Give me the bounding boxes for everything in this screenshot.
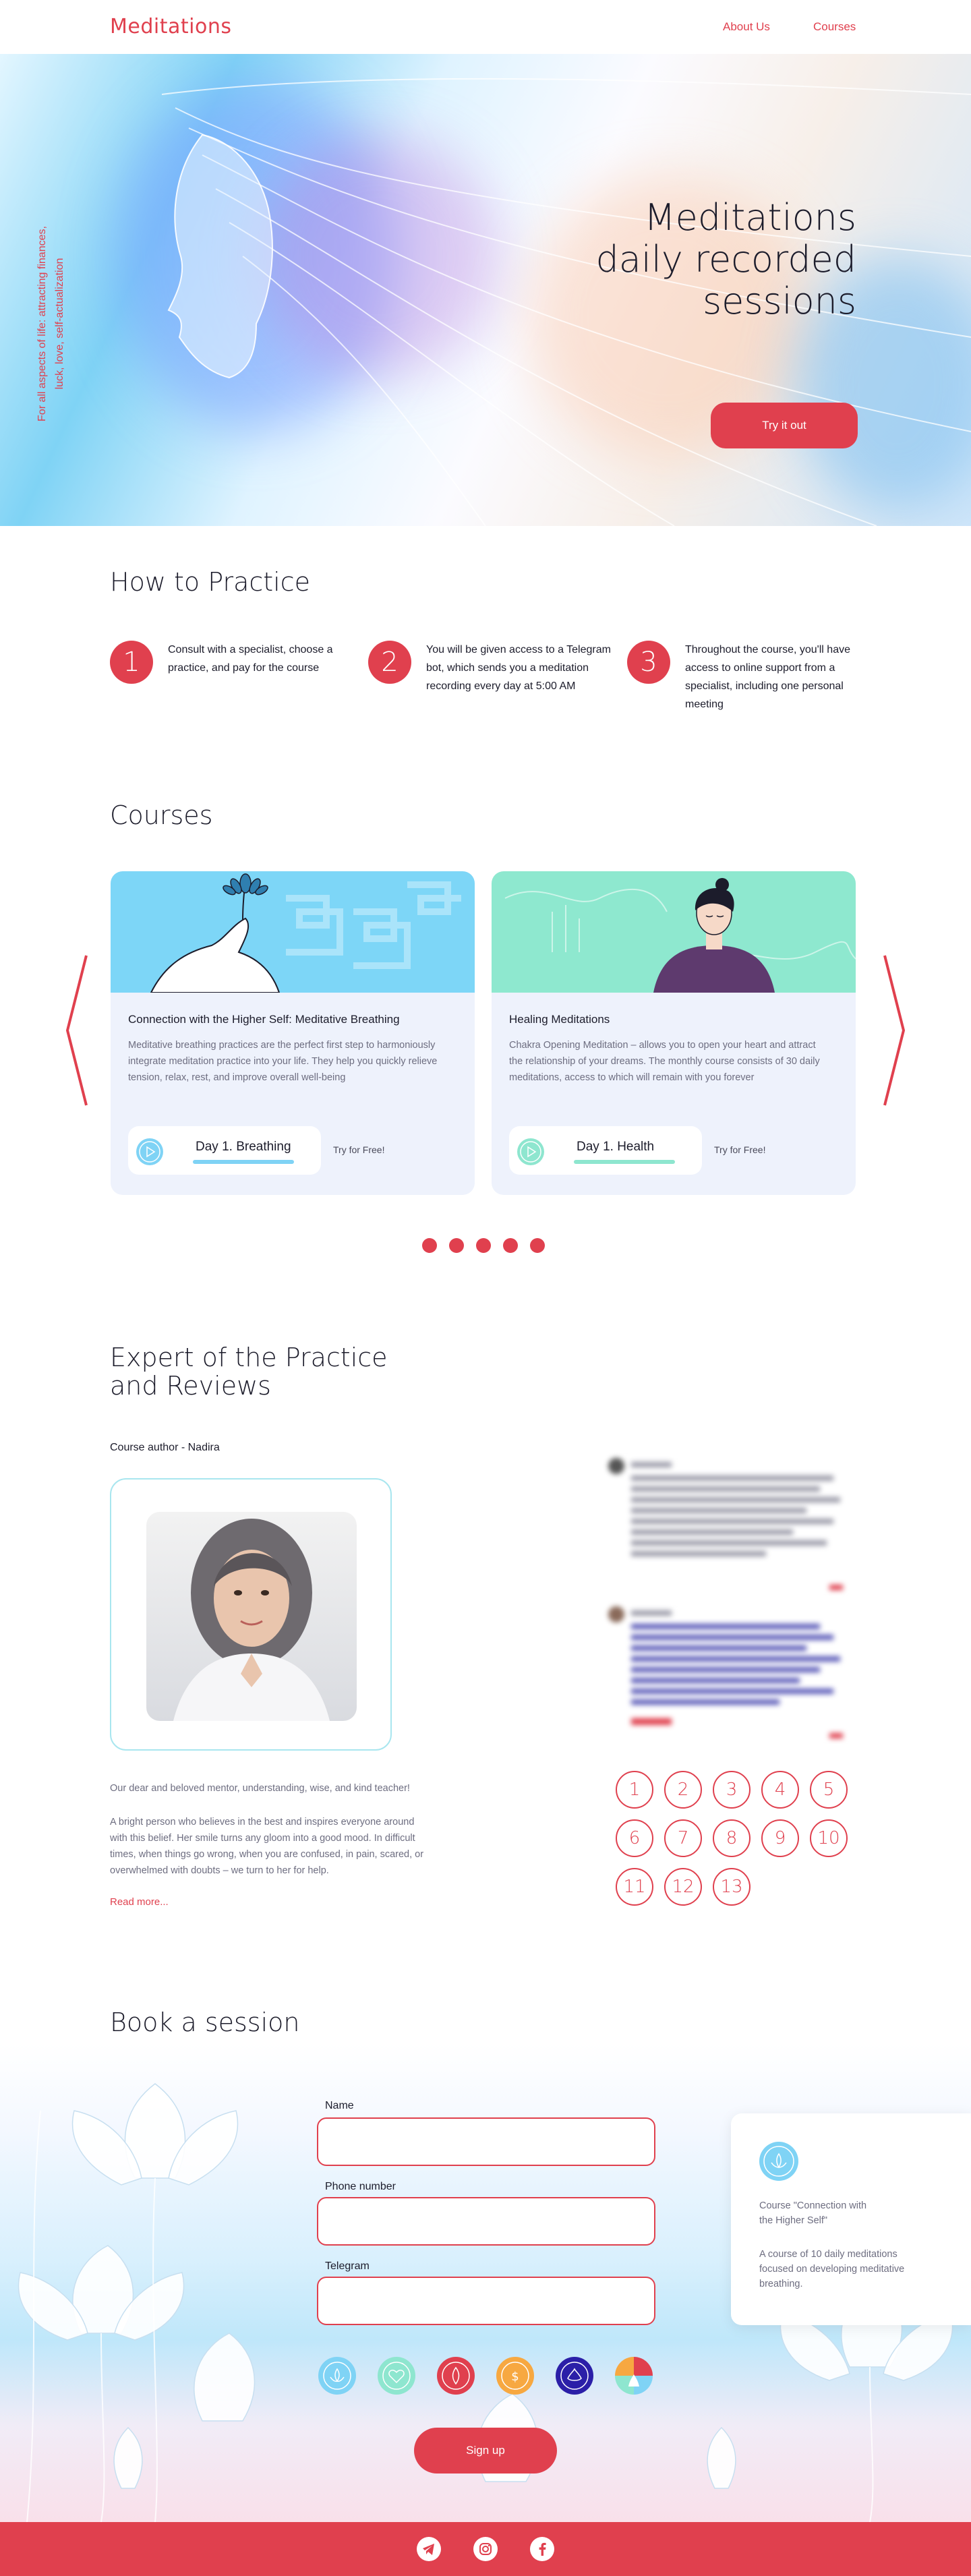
course-card-2[interactable]: Healing Meditations Chakra Opening Medit…: [492, 871, 856, 1195]
expert-photo-frame: [110, 1478, 392, 1751]
step-number: 3: [627, 641, 670, 684]
site-footer: [0, 2522, 971, 2576]
name-field[interactable]: [317, 2117, 655, 2166]
selected-course-title: Course "Connection with the Higher Self": [759, 2200, 867, 2226]
expert-photo: [146, 1512, 357, 1721]
sign-up-button[interactable]: Sign up: [414, 2428, 557, 2473]
telegram-field[interactable]: [317, 2277, 655, 2325]
telegram-icon[interactable]: [417, 2537, 441, 2561]
course-author: Course author - Nadira: [110, 1442, 220, 1453]
carousel-dot[interactable]: [530, 1238, 545, 1253]
step-text: You will be given access to a Telegram b…: [426, 644, 611, 692]
review-page-3[interactable]: 3: [713, 1771, 751, 1809]
course-title: Connection with the Higher Self: Meditat…: [128, 1013, 400, 1026]
course-description: Meditative breathing practices are the p…: [128, 1040, 438, 1083]
expert-title: Expert of the Practice and Reviews: [110, 1343, 388, 1401]
instagram-icon[interactable]: [473, 2537, 498, 2561]
player-progress-bar[interactable]: [193, 1160, 294, 1164]
course-image-meditating-woman: [492, 871, 856, 993]
nav-courses[interactable]: Courses: [813, 20, 856, 34]
try-for-free-link[interactable]: Try for Free!: [714, 1144, 766, 1155]
review-page-10[interactable]: 10: [810, 1819, 848, 1857]
review-page-2[interactable]: 2: [664, 1771, 702, 1809]
hero-section: For all aspects of life: attracting fina…: [0, 54, 971, 526]
course-image-hand-lotus: [111, 871, 475, 993]
play-icon[interactable]: [136, 1138, 163, 1165]
read-more-link[interactable]: Read more...: [110, 1896, 169, 1908]
phone-field[interactable]: [317, 2197, 655, 2246]
review-page-4[interactable]: 4: [761, 1771, 799, 1809]
course-card-1[interactable]: Connection with the Higher Self: Meditat…: [111, 871, 475, 1195]
carousel-dot[interactable]: [476, 1238, 491, 1253]
review-card: [607, 1457, 850, 1591]
review-page-1[interactable]: 1: [616, 1771, 653, 1809]
step-number: 2: [368, 641, 411, 684]
nav-about-us[interactable]: About Us: [723, 20, 770, 34]
finance-course-icon[interactable]: $: [496, 2357, 534, 2395]
carousel-dot[interactable]: [422, 1238, 437, 1253]
review-page-9[interactable]: 9: [761, 1819, 799, 1857]
hero-side-text: For all aspects of life: attracting fina…: [36, 226, 65, 421]
audio-player: Day 1. Breathing: [128, 1126, 321, 1175]
lotus-icon: [759, 2142, 798, 2181]
logo[interactable]: Meditations: [110, 15, 231, 38]
review-page-11[interactable]: 11: [616, 1868, 653, 1906]
lotus-course-icon[interactable]: [318, 2357, 356, 2395]
carousel-dot[interactable]: [449, 1238, 464, 1253]
player-title: Day 1. Health: [577, 1140, 655, 1154]
step-3: 3 Throughout the course, you'll have acc…: [627, 641, 863, 715]
carousel-next-arrow[interactable]: [881, 953, 908, 1108]
review-page-7[interactable]: 7: [664, 1819, 702, 1857]
facebook-icon[interactable]: [530, 2537, 554, 2561]
hero-title: Meditations daily recorded sessions: [595, 196, 857, 322]
try-for-free-link[interactable]: Try for Free!: [333, 1144, 385, 1155]
expert-intro: Our dear and beloved mentor, understandi…: [110, 1783, 410, 1794]
book-session-title: Book a session: [110, 2008, 300, 2037]
love-course-icon[interactable]: [437, 2357, 475, 2395]
player-progress-bar[interactable]: [574, 1160, 675, 1164]
field-label-name: Name: [325, 2100, 354, 2111]
how-to-practice-title: How to Practice: [110, 567, 310, 597]
try-it-out-button[interactable]: Try it out: [711, 403, 858, 448]
carousel-prev-arrow[interactable]: [63, 953, 90, 1108]
selected-course-description: A course of 10 daily meditations focused…: [759, 2249, 905, 2289]
all-courses-icon[interactable]: [615, 2357, 653, 2395]
step-2: 2 You will be given access to a Telegram…: [368, 641, 611, 715]
step-text: Throughout the course, you'll have acces…: [685, 644, 850, 710]
meditation-course-icon[interactable]: [556, 2357, 593, 2395]
field-label-telegram: Telegram: [325, 2260, 370, 2272]
svg-text:$: $: [511, 2370, 519, 2384]
player-title: Day 1. Breathing: [196, 1140, 291, 1154]
site-header: Meditations About Us Courses: [0, 0, 971, 54]
review-page-13[interactable]: 13: [713, 1868, 751, 1906]
step-number: 1: [110, 641, 153, 684]
step-text: Consult with a specialist, choose a prac…: [168, 644, 333, 674]
courses-title: Courses: [110, 800, 213, 830]
audio-player: Day 1. Health: [509, 1126, 702, 1175]
review-page-12[interactable]: 12: [664, 1868, 702, 1906]
selected-course-card: Course "Connection with the Higher Self"…: [731, 2113, 971, 2325]
review-page-5[interactable]: 5: [810, 1771, 848, 1809]
course-description: Chakra Opening Meditation – allows you t…: [509, 1040, 820, 1083]
course-title: Healing Meditations: [509, 1013, 610, 1026]
review-page-8[interactable]: 8: [713, 1819, 751, 1857]
review-page-6[interactable]: 6: [616, 1819, 653, 1857]
expert-bio: A bright person who believes in the best…: [110, 1817, 424, 1876]
carousel-dot[interactable]: [503, 1238, 518, 1253]
play-icon[interactable]: [517, 1138, 544, 1165]
field-label-phone: Phone number: [325, 2181, 396, 2192]
health-course-icon[interactable]: [378, 2357, 415, 2395]
review-card: [607, 1605, 850, 1740]
step-1: 1 Consult with a specialist, choose a pr…: [110, 641, 346, 715]
